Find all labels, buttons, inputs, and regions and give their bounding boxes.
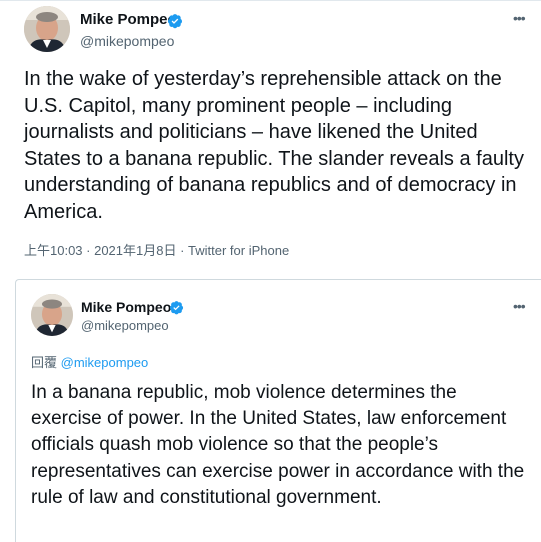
replying-to: 回覆 @mikepompeo <box>31 352 148 371</box>
replying-label: 回覆 <box>31 355 58 370</box>
avatar-photo <box>24 6 70 52</box>
replying-mention-link[interactable]: @mikepompeo <box>61 355 149 370</box>
avatar[interactable] <box>31 294 73 336</box>
author-name[interactable]: Mike Pompeo <box>80 11 177 28</box>
author-handle[interactable]: @mikepompeo <box>81 318 169 333</box>
tweet-timestamp[interactable]: 上午10:03 · 2021年1月8日 · Twitter for iPhone <box>24 240 289 259</box>
tweet-text: In the wake of yesterday’s reprehensible… <box>24 68 524 223</box>
verified-badge-icon <box>169 301 184 315</box>
reply-text: In a banana republic, mob violence deter… <box>31 382 525 508</box>
author-handle[interactable]: @mikepompeo <box>80 33 174 49</box>
avatar[interactable] <box>24 6 70 52</box>
verified-badge-icon <box>168 14 182 29</box>
more-options-icon[interactable]: ••• <box>513 298 526 314</box>
author-name[interactable]: Mike Pompeo <box>81 299 171 315</box>
avatar-photo <box>31 294 73 336</box>
more-options-icon[interactable]: ••• <box>513 10 526 26</box>
